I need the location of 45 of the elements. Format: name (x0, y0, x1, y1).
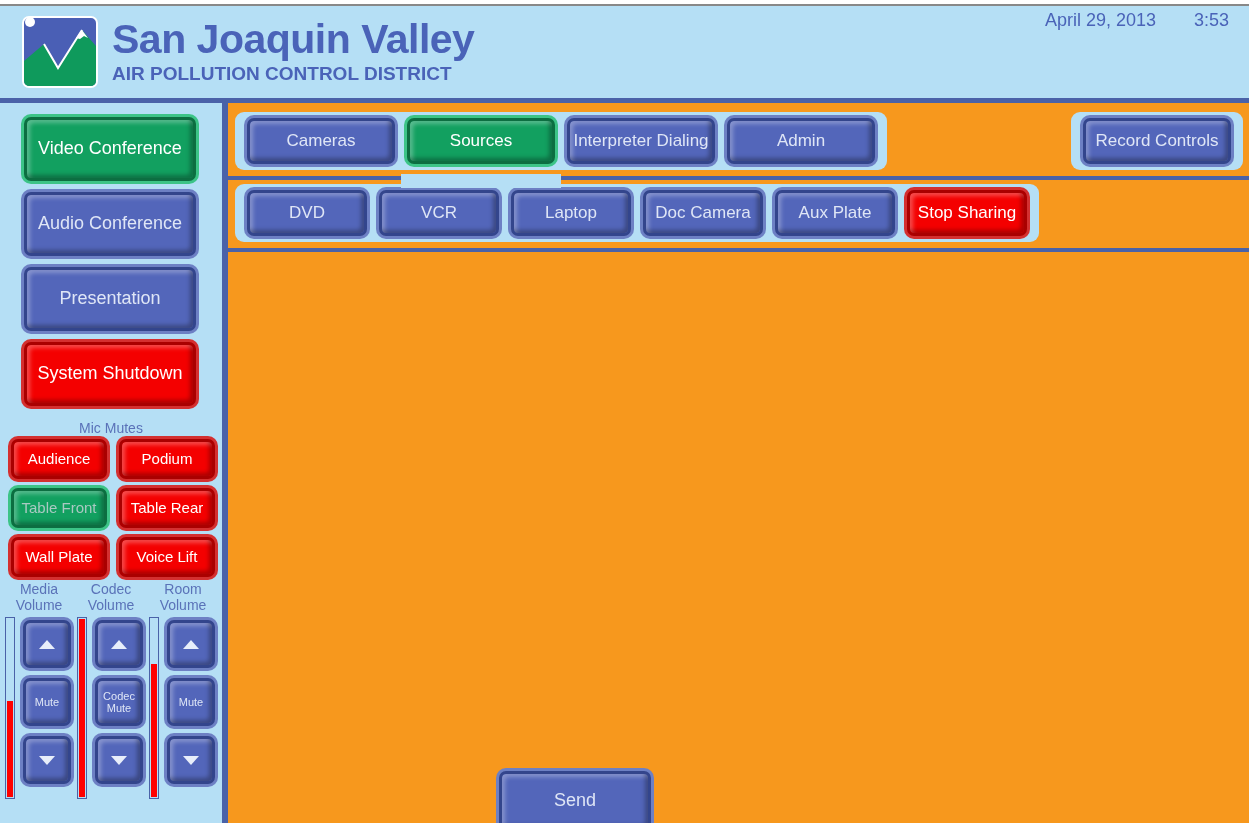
district-subtitle: AIR POLLUTION CONTROL DISTRICT (112, 62, 453, 86)
down-triangle-icon (183, 755, 199, 765)
mute-button[interactable]: Mute (23, 678, 71, 726)
volume-down-button[interactable] (95, 736, 143, 784)
tab[interactable]: Admin (727, 118, 875, 164)
time-text: 3:53 (1193, 10, 1229, 32)
mountain-logo-icon (22, 16, 98, 88)
tab[interactable]: Cameras (247, 118, 395, 164)
volume-up-button[interactable] (23, 620, 71, 668)
mic-mutes-label: Mic Mutes (78, 420, 144, 436)
mic-mute-button[interactable]: Voice Lift (119, 537, 215, 577)
tab[interactable]: Interpreter Dialing (567, 118, 715, 164)
mic-mute-button[interactable]: Audience (11, 439, 107, 479)
source-button[interactable]: Stop Sharing (907, 190, 1027, 236)
volume-label: Media Volume (14, 581, 64, 613)
volume-up-button[interactable] (95, 620, 143, 668)
up-triangle-icon (111, 639, 127, 649)
tab[interactable]: Sources (407, 118, 555, 164)
mode-button[interactable]: Video Conference (24, 117, 196, 181)
district-title: San Joaquin Valley (112, 17, 475, 61)
source-button[interactable]: Doc Camera (643, 190, 763, 236)
mode-button[interactable]: Audio Conference (24, 192, 196, 256)
mic-mute-button[interactable]: Wall Plate (11, 537, 107, 577)
up-triangle-icon (183, 639, 199, 649)
source-button[interactable]: Laptop (511, 190, 631, 236)
send-button[interactable]: Send (499, 771, 651, 823)
date-text: April 29, 2013 (1044, 10, 1156, 32)
source-button[interactable]: DVD (247, 190, 367, 236)
record-controls-button[interactable]: Record Controls (1083, 118, 1231, 164)
down-triangle-icon (111, 755, 127, 765)
mode-button[interactable]: Presentation (24, 267, 196, 331)
source-button[interactable]: VCR (379, 190, 499, 236)
mute-button[interactable]: Codec Mute (95, 678, 143, 726)
volume-label: Codec Volume (86, 581, 136, 613)
mode-button[interactable]: System Shutdown (24, 342, 196, 406)
volume-down-button[interactable] (167, 736, 215, 784)
volume-down-button[interactable] (23, 736, 71, 784)
mute-button[interactable]: Mute (167, 678, 215, 726)
down-triangle-icon (39, 755, 55, 765)
mic-mute-button[interactable]: Table Rear (119, 488, 215, 528)
mic-mute-button[interactable]: Podium (119, 439, 215, 479)
source-button[interactable]: Aux Plate (775, 190, 895, 236)
up-triangle-icon (39, 639, 55, 649)
volume-label: Room Volume (158, 581, 208, 613)
volume-up-button[interactable] (167, 620, 215, 668)
